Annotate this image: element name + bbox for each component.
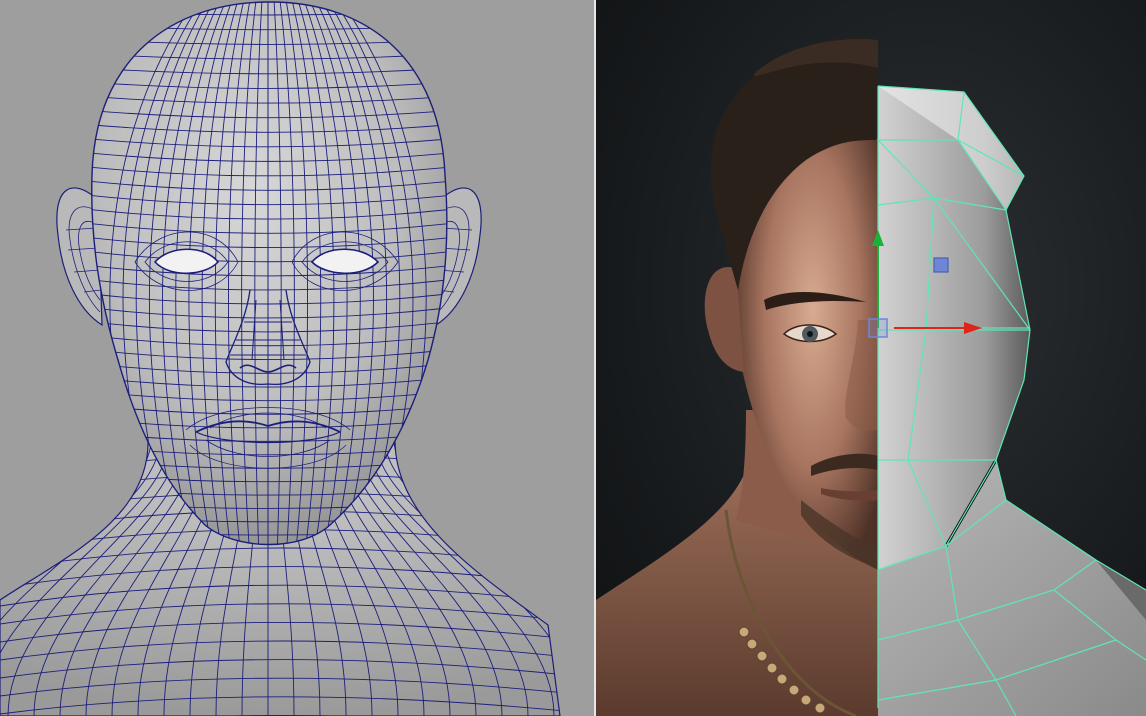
vertex-handle-icon[interactable] xyxy=(933,257,949,273)
left-viewport-wireframe[interactable] xyxy=(0,0,594,716)
split-viewport-window xyxy=(0,0,1146,716)
pupil xyxy=(807,331,813,337)
center-handle-icon[interactable] xyxy=(868,318,888,338)
wireframe-head-canvas[interactable] xyxy=(0,0,594,716)
right-viewport-render[interactable] xyxy=(596,0,1146,716)
head-mesh[interactable] xyxy=(60,0,480,562)
render-canvas[interactable] xyxy=(596,0,1146,716)
lowpoly-overlay[interactable] xyxy=(876,85,1146,716)
